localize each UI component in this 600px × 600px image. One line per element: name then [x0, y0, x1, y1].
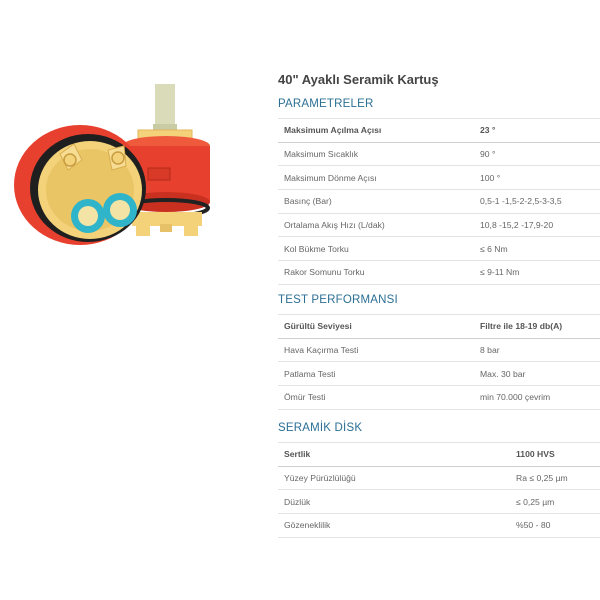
test-performance-table: Gürültü Seviyesi Filtre ile 18-19 db(A) … — [278, 314, 600, 410]
spec-label: Basınç (Bar) — [278, 189, 474, 214]
table-row: Patlama Testi Max. 30 bar — [278, 361, 600, 387]
spec-value: ≤ 6 Nm — [474, 236, 600, 262]
table-row: Gözeneklilik %50 - 80 — [278, 513, 600, 538]
spec-label: Kol Bükme Torku — [278, 236, 474, 262]
product-title: 40" Ayaklı Seramik Kartuş — [278, 72, 439, 87]
spec-label: Hava Kaçırma Testi — [278, 338, 474, 363]
table-row: Hava Kaçırma Testi 8 bar — [278, 338, 600, 363]
spec-value: 1100 HVS — [510, 442, 600, 467]
table-row: Ortalama Akış Hızı (L/dak) 10,8 -15,2 -1… — [278, 213, 600, 238]
cartridge-product-image — [14, 84, 210, 245]
spec-value: Ra ≤ 0,25 µm — [510, 466, 600, 491]
table-row: Maksimum Açılma Açısı 23 ° — [278, 118, 600, 143]
table-row: Rakor Somunu Torku ≤ 9-11 Nm — [278, 260, 600, 285]
spec-value: 10,8 -15,2 -17,9-20 — [474, 213, 600, 238]
spec-label: Ortalama Akış Hızı (L/dak) — [278, 213, 474, 238]
parameters-table: Maksimum Açılma Açısı 23 ° Maksimum Sıca… — [278, 118, 600, 285]
spec-label: Patlama Testi — [278, 361, 474, 387]
table-row: Sertlik 1100 HVS — [278, 442, 600, 467]
spec-value: 90 ° — [474, 142, 600, 167]
spec-label: Maksimum Dönme Açısı — [278, 165, 474, 191]
spec-value: 0,5-1 -1,5-2-2,5-3-3,5 — [474, 189, 600, 214]
table-row: Basınç (Bar) 0,5-1 -1,5-2-2,5-3-3,5 — [278, 189, 600, 214]
table-row: Maksimum Dönme Açısı 100 ° — [278, 165, 600, 191]
spec-value: min 70.000 çevrim — [474, 385, 600, 410]
table-row: Maksimum Sıcaklık 90 ° — [278, 142, 600, 167]
spec-label: Rakor Somunu Torku — [278, 260, 474, 285]
spec-label: Yüzey Pürüzlülüğü — [278, 466, 510, 491]
spec-value: 23 ° — [474, 118, 600, 143]
spec-value: ≤ 9-11 Nm — [474, 260, 600, 285]
section-heading-ceramic-disc: SERAMİK DİSK — [278, 422, 363, 434]
spec-value: Max. 30 bar — [474, 361, 600, 387]
spec-value: %50 - 80 — [510, 513, 600, 538]
table-row: Kol Bükme Torku ≤ 6 Nm — [278, 236, 600, 262]
spec-label: Maksimum Açılma Açısı — [278, 118, 474, 143]
spec-label: Ömür Testi — [278, 385, 474, 410]
spec-label: Düzlük — [278, 489, 510, 515]
spec-value: Filtre ile 18-19 db(A) — [474, 314, 600, 339]
table-row: Düzlük ≤ 0,25 µm — [278, 489, 600, 515]
cartridge-bottom-view — [14, 125, 146, 245]
table-row: Yüzey Pürüzlülüğü Ra ≤ 0,25 µm — [278, 466, 600, 491]
table-row: Gürültü Seviyesi Filtre ile 18-19 db(A) — [278, 314, 600, 339]
spec-label: Maksimum Sıcaklık — [278, 142, 474, 167]
spec-value: 100 ° — [474, 165, 600, 191]
ceramic-disc-table: Sertlik 1100 HVS Yüzey Pürüzlülüğü Ra ≤ … — [278, 442, 600, 538]
section-heading-parameters: PARAMETRELER — [278, 98, 374, 110]
table-row: Ömür Testi min 70.000 çevrim — [278, 385, 600, 410]
spec-label: Sertlik — [278, 442, 510, 467]
spec-label: Gözeneklilik — [278, 513, 510, 538]
spec-value: 8 bar — [474, 338, 600, 363]
spec-label: Gürültü Seviyesi — [278, 314, 474, 339]
section-heading-test-performance: TEST PERFORMANSI — [278, 294, 398, 306]
spec-value: ≤ 0,25 µm — [510, 489, 600, 515]
